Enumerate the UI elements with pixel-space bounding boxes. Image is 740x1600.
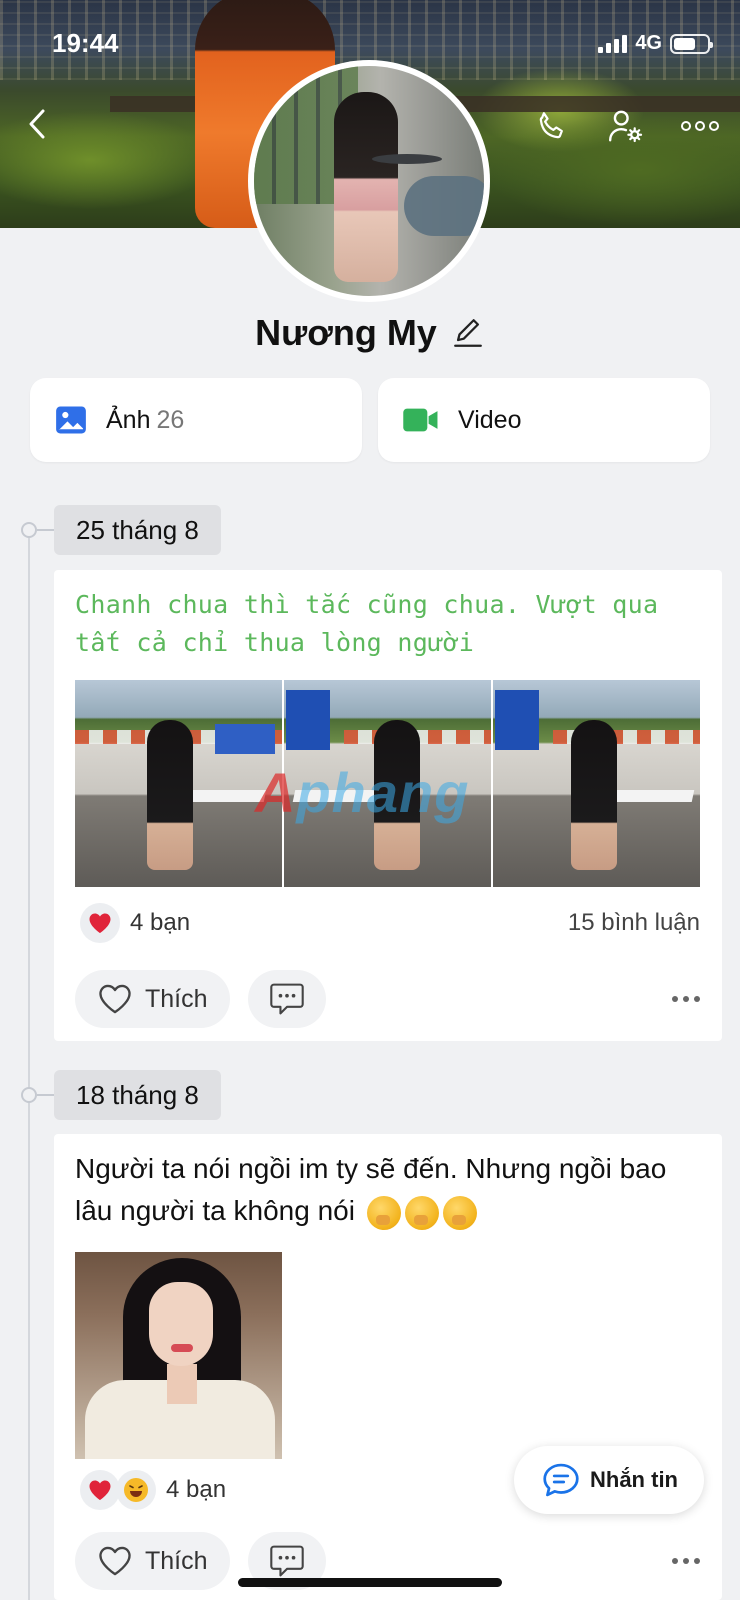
reaction-heart — [80, 1470, 120, 1510]
header-actions — [530, 104, 722, 148]
watermark: Aphang — [255, 761, 470, 824]
post-text: Chanh chua thì tắc cũng chua. Vượt qua t… — [75, 590, 659, 657]
video-camera-icon — [403, 408, 438, 432]
timeline-tick — [37, 1094, 55, 1096]
phone-icon — [539, 112, 563, 139]
media-shortcuts: Ảnh 26 Video — [30, 378, 710, 462]
back-icon — [29, 109, 45, 139]
post-actions: Thích — [54, 959, 722, 1039]
post-reactions: 4 bạn 15 bình luận — [54, 887, 722, 959]
profile-settings-button[interactable] — [604, 104, 648, 148]
heart-icon — [89, 913, 111, 933]
status-indicators: 4G — [598, 32, 713, 55]
heart-outline-icon — [99, 984, 131, 1014]
battery-icon — [670, 33, 713, 54]
avatar-chair — [404, 176, 484, 236]
shushing-emoji-icon — [404, 1195, 439, 1230]
reaction-summary[interactable]: 4 bạn — [80, 1470, 226, 1510]
photos-label: Ảnh — [106, 405, 151, 434]
reaction-summary[interactable]: 4 bạn — [80, 903, 190, 943]
avatar[interactable] — [248, 60, 490, 302]
profile-name-row: Nương My — [0, 312, 740, 354]
like-button[interactable]: Thích — [75, 1532, 230, 1590]
timeline-tick — [37, 529, 55, 531]
comment-icon — [269, 1545, 304, 1577]
post-photo[interactable] — [493, 680, 700, 887]
edit-icon[interactable] — [451, 316, 485, 350]
comment-count[interactable]: 15 bình luận — [568, 909, 700, 937]
laugh-emoji-icon — [124, 1478, 148, 1502]
post-card[interactable]: Người ta nói ngồi im ty sẽ đến. Nhưng ng… — [54, 1134, 722, 1600]
more-icon — [681, 121, 719, 131]
video-label: Video — [458, 405, 522, 434]
avatar-photo — [254, 66, 484, 296]
signal-icon — [598, 34, 628, 53]
chat-bubble-icon — [543, 1463, 579, 1497]
comment-icon — [269, 983, 304, 1015]
timeline-line — [28, 530, 30, 1600]
like-label: Thích — [145, 984, 208, 1013]
post-actions: Thích — [54, 1521, 722, 1600]
post-photo[interactable] — [75, 680, 282, 887]
post-date: 18 tháng 8 — [54, 1070, 221, 1120]
photos-count: 26 — [156, 405, 185, 434]
shushing-emoji-icon — [366, 1195, 401, 1230]
comment-button[interactable] — [247, 970, 326, 1028]
home-indicator[interactable] — [238, 1578, 502, 1587]
back-button[interactable] — [22, 104, 52, 144]
reaction-laugh — [116, 1470, 156, 1510]
post-photo-grid — [54, 1252, 722, 1459]
reaction-count: 4 bạn — [130, 909, 191, 936]
post-more-button[interactable] — [662, 1548, 700, 1574]
post-text-wrap: Người ta nói ngồi im ty sẽ đến. Nhưng ng… — [54, 1134, 722, 1252]
avatar-table — [372, 154, 442, 164]
reaction-bubbles — [80, 1470, 156, 1510]
post-date: 25 tháng 8 — [54, 505, 221, 555]
message-button[interactable]: Nhắn tin — [514, 1446, 704, 1514]
photo-icon — [56, 406, 86, 434]
shushing-emoji-icon — [442, 1195, 477, 1230]
post-more-button[interactable] — [662, 986, 700, 1012]
timeline-dot — [21, 1087, 37, 1103]
profile-name: Nương My — [255, 312, 437, 353]
reaction-heart — [80, 903, 120, 943]
photos-button[interactable]: Ảnh 26 — [30, 378, 362, 462]
heart-icon — [89, 1480, 111, 1500]
post-photo[interactable] — [75, 1252, 282, 1459]
more-options-button[interactable] — [678, 104, 722, 148]
battery-level — [674, 37, 695, 50]
video-button[interactable]: Video — [378, 378, 710, 462]
reaction-count: 4 bạn — [166, 1476, 227, 1503]
message-label: Nhắn tin — [590, 1467, 678, 1492]
timeline-dot — [21, 522, 37, 538]
call-button[interactable] — [530, 104, 574, 148]
avatar-person — [334, 92, 398, 282]
status-time: 19:44 — [52, 28, 119, 58]
like-label: Thích — [145, 1546, 208, 1575]
heart-outline-icon — [99, 1546, 131, 1576]
network-type: 4G — [635, 32, 662, 54]
like-button[interactable]: Thích — [75, 970, 230, 1028]
user-settings-icon — [608, 110, 643, 143]
